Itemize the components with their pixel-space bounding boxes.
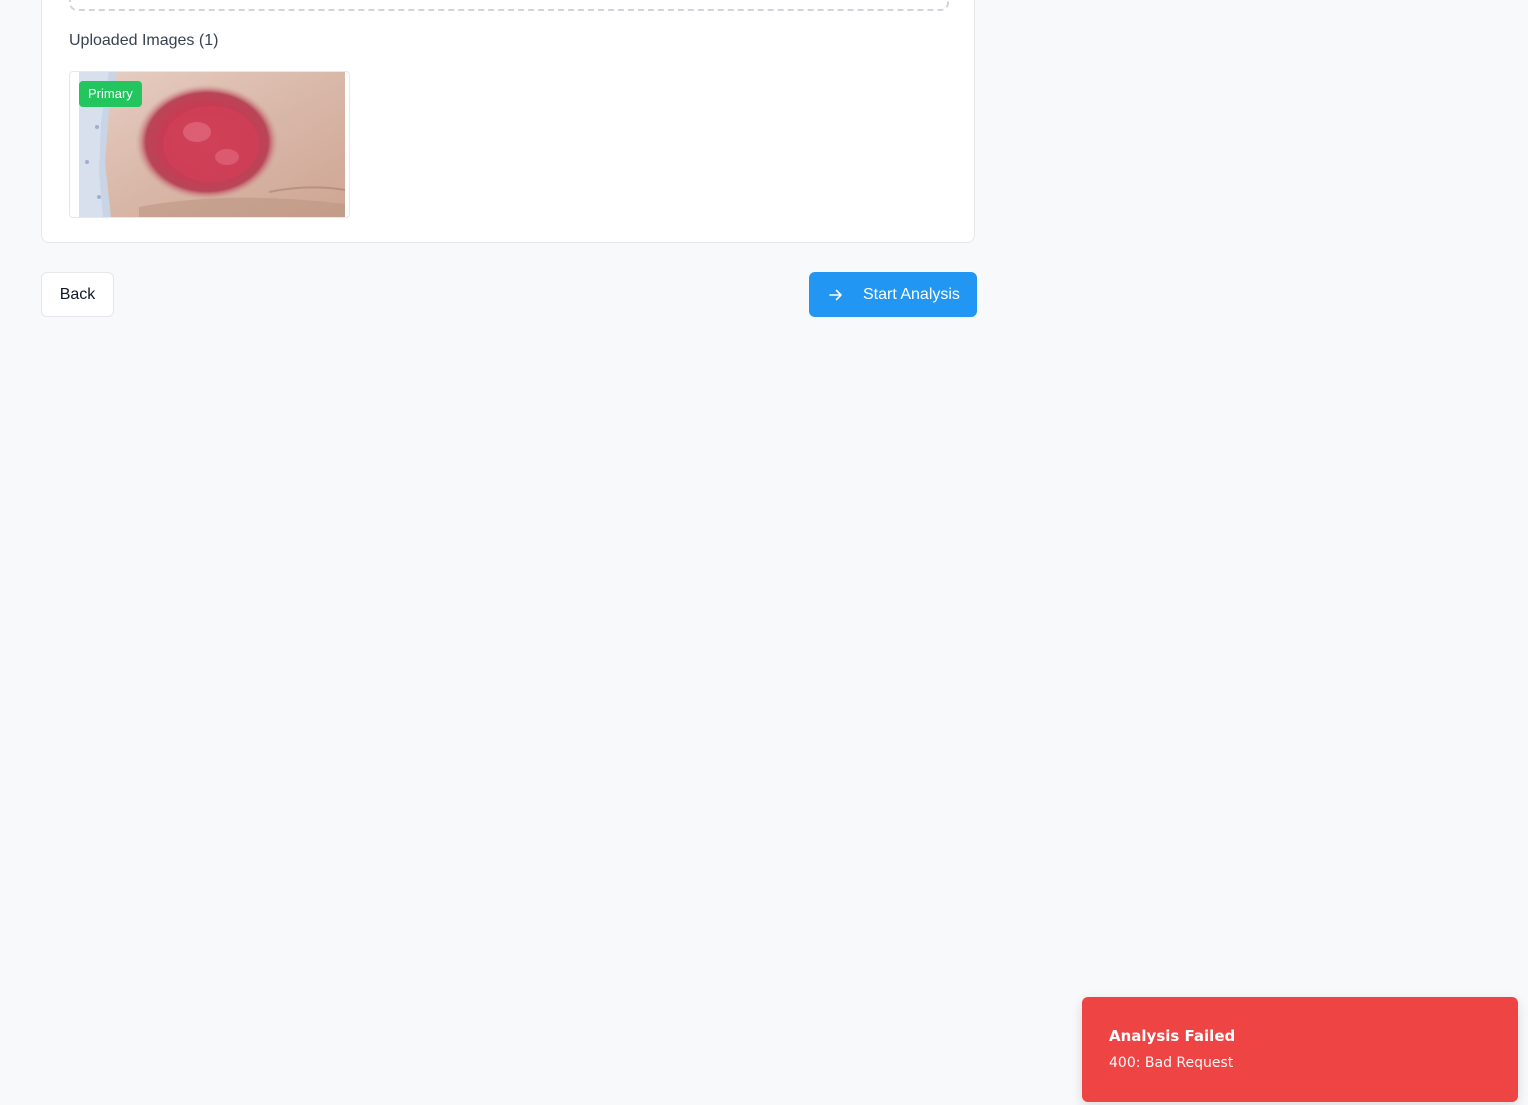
uploaded-images-heading: Uploaded Images (1) <box>69 32 219 49</box>
upload-dropzone[interactable] <box>69 0 949 11</box>
error-toast[interactable]: Analysis Failed 400: Bad Request <box>1082 997 1518 1102</box>
primary-badge: Primary <box>79 81 142 107</box>
page: Uploaded Images (1) Primary Back Start A… <box>0 0 1528 1105</box>
start-analysis-label: Start Analysis <box>863 285 960 303</box>
upload-card: Uploaded Images (1) Primary <box>41 0 975 243</box>
arrow-right-icon <box>827 286 845 304</box>
uploaded-image-thumbnail[interactable]: Primary <box>69 71 350 218</box>
toast-title: Analysis Failed <box>1109 1027 1236 1045</box>
start-analysis-button[interactable]: Start Analysis <box>809 272 977 317</box>
toast-message: 400: Bad Request <box>1109 1055 1234 1071</box>
back-button[interactable]: Back <box>41 272 114 317</box>
